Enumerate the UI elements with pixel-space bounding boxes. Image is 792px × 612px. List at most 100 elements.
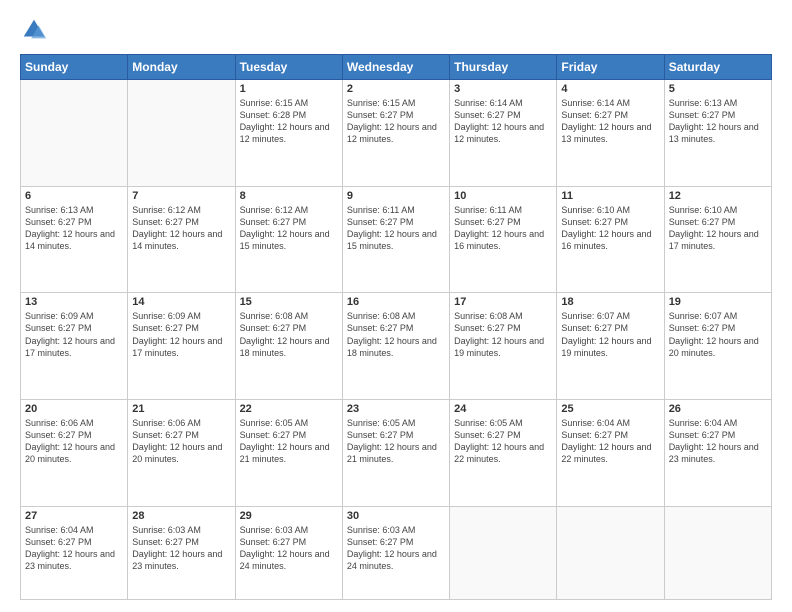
calendar-cell: 11 Sunrise: 6:10 AM Sunset: 6:27 PM Dayli…	[557, 186, 664, 293]
day-info: Sunrise: 6:12 AM Sunset: 6:27 PM Dayligh…	[240, 204, 338, 253]
day-info: Sunrise: 6:07 AM Sunset: 6:27 PM Dayligh…	[669, 310, 767, 359]
day-info: Sunrise: 6:15 AM Sunset: 6:27 PM Dayligh…	[347, 97, 445, 146]
day-number: 26	[669, 403, 767, 415]
weekday-header-thursday: Thursday	[450, 55, 557, 80]
calendar-cell: 27 Sunrise: 6:04 AM Sunset: 6:27 PM Dayli…	[21, 506, 128, 599]
day-info: Sunrise: 6:13 AM Sunset: 6:27 PM Dayligh…	[669, 97, 767, 146]
calendar-cell: 28 Sunrise: 6:03 AM Sunset: 6:27 PM Dayli…	[128, 506, 235, 599]
calendar-week-row: 27 Sunrise: 6:04 AM Sunset: 6:27 PM Dayli…	[21, 506, 772, 599]
day-info: Sunrise: 6:10 AM Sunset: 6:27 PM Dayligh…	[561, 204, 659, 253]
day-info: Sunrise: 6:04 AM Sunset: 6:27 PM Dayligh…	[561, 417, 659, 466]
day-number: 21	[132, 403, 230, 415]
day-info: Sunrise: 6:05 AM Sunset: 6:27 PM Dayligh…	[454, 417, 552, 466]
day-info: Sunrise: 6:14 AM Sunset: 6:27 PM Dayligh…	[561, 97, 659, 146]
day-info: Sunrise: 6:07 AM Sunset: 6:27 PM Dayligh…	[561, 310, 659, 359]
calendar-cell: 7Sunrise: 6:12 AM Sunset: 6:27 PM Daylig…	[128, 186, 235, 293]
day-info: Sunrise: 6:09 AM Sunset: 6:27 PM Dayligh…	[25, 310, 123, 359]
calendar-cell: 23 Sunrise: 6:05 AM Sunset: 6:27 PM Dayli…	[342, 399, 449, 506]
logo-icon	[20, 16, 48, 44]
calendar-cell: 21 Sunrise: 6:06 AM Sunset: 6:27 PM Dayli…	[128, 399, 235, 506]
day-number: 14	[132, 296, 230, 308]
weekday-header-wednesday: Wednesday	[342, 55, 449, 80]
day-number: 3	[454, 83, 552, 95]
calendar-cell: 2 Sunrise: 6:15 AM Sunset: 6:27 PM Daylig…	[342, 80, 449, 187]
day-info: Sunrise: 6:03 AM Sunset: 6:27 PM Dayligh…	[240, 524, 338, 573]
day-number: 19	[669, 296, 767, 308]
calendar-cell: 20Sunrise: 6:06 AM Sunset: 6:27 PM Dayli…	[21, 399, 128, 506]
day-number: 9	[347, 190, 445, 202]
calendar-week-row: 1Sunrise: 6:15 AM Sunset: 6:28 PM Daylig…	[21, 80, 772, 187]
day-info: Sunrise: 6:05 AM Sunset: 6:27 PM Dayligh…	[347, 417, 445, 466]
calendar-week-row: 13 Sunrise: 6:09 AM Sunset: 6:27 PM Dayli…	[21, 293, 772, 400]
day-info: Sunrise: 6:11 AM Sunset: 6:27 PM Dayligh…	[454, 204, 552, 253]
calendar-week-row: 20 Sunrise: 6:06 AM Sunset: 6:27 PM Dayli…	[21, 399, 772, 506]
weekday-header-monday: Monday	[128, 55, 235, 80]
calendar-cell: 1Sunrise: 6:15 AM Sunset: 6:28 PM Daylig…	[235, 80, 342, 187]
calendar-cell: 18 Sunrise: 6:07 AM Sunset: 6:27 PM Dayli…	[557, 293, 664, 400]
day-number: 22	[240, 403, 338, 415]
calendar-cell	[557, 506, 664, 599]
calendar-cell	[21, 80, 128, 187]
calendar-cell: 3Sunrise: 6:14 AM Sunset: 6:27 PM Daylig…	[450, 80, 557, 187]
weekday-header-friday: Friday	[557, 55, 664, 80]
day-number: 13	[25, 296, 123, 308]
day-info: Sunrise: 6:13 AM Sunset: 6:27 PM Dayligh…	[25, 204, 123, 253]
calendar-cell: 8 Sunrise: 6:12 AM Sunset: 6:27 PM Daylig…	[235, 186, 342, 293]
day-number: 16	[347, 296, 445, 308]
day-number: 30	[347, 510, 445, 522]
day-info: Sunrise: 6:04 AM Sunset: 6:27 PM Dayligh…	[25, 524, 123, 573]
logo	[20, 16, 52, 44]
weekday-header-row: SundayMondayTuesdayWednesdayThursdayFrid…	[21, 55, 772, 80]
weekday-header-saturday: Saturday	[664, 55, 771, 80]
day-info: Sunrise: 6:08 AM Sunset: 6:27 PM Dayligh…	[240, 310, 338, 359]
day-number: 18	[561, 296, 659, 308]
day-number: 12	[669, 190, 767, 202]
calendar-week-row: 6 Sunrise: 6:13 AM Sunset: 6:27 PM Daylig…	[21, 186, 772, 293]
calendar-table: SundayMondayTuesdayWednesdayThursdayFrid…	[20, 54, 772, 600]
day-number: 29	[240, 510, 338, 522]
calendar-cell: 13 Sunrise: 6:09 AM Sunset: 6:27 PM Dayli…	[21, 293, 128, 400]
day-info: Sunrise: 6:11 AM Sunset: 6:27 PM Dayligh…	[347, 204, 445, 253]
calendar-cell: 25 Sunrise: 6:04 AM Sunset: 6:27 PM Dayli…	[557, 399, 664, 506]
calendar-cell: 19 Sunrise: 6:07 AM Sunset: 6:27 PM Dayli…	[664, 293, 771, 400]
day-info: Sunrise: 6:04 AM Sunset: 6:27 PM Dayligh…	[669, 417, 767, 466]
day-info: Sunrise: 6:08 AM Sunset: 6:27 PM Dayligh…	[454, 310, 552, 359]
day-number: 17	[454, 296, 552, 308]
day-info: Sunrise: 6:15 AM Sunset: 6:28 PM Dayligh…	[240, 97, 338, 146]
calendar-cell: 4 Sunrise: 6:14 AM Sunset: 6:27 PM Daylig…	[557, 80, 664, 187]
day-info: Sunrise: 6:06 AM Sunset: 6:27 PM Dayligh…	[132, 417, 230, 466]
day-number: 11	[561, 190, 659, 202]
day-number: 10	[454, 190, 552, 202]
calendar-cell: 12Sunrise: 6:10 AM Sunset: 6:27 PM Dayli…	[664, 186, 771, 293]
weekday-header-tuesday: Tuesday	[235, 55, 342, 80]
calendar-cell: 5 Sunrise: 6:13 AM Sunset: 6:27 PM Daylig…	[664, 80, 771, 187]
day-number: 5	[669, 83, 767, 95]
day-info: Sunrise: 6:09 AM Sunset: 6:27 PM Dayligh…	[132, 310, 230, 359]
header	[20, 16, 772, 44]
day-info: Sunrise: 6:08 AM Sunset: 6:27 PM Dayligh…	[347, 310, 445, 359]
day-info: Sunrise: 6:03 AM Sunset: 6:27 PM Dayligh…	[347, 524, 445, 573]
calendar-cell: 15 Sunrise: 6:08 AM Sunset: 6:27 PM Dayli…	[235, 293, 342, 400]
calendar-cell: 30 Sunrise: 6:03 AM Sunset: 6:27 PM Dayli…	[342, 506, 449, 599]
day-number: 15	[240, 296, 338, 308]
calendar-cell: 9 Sunrise: 6:11 AM Sunset: 6:27 PM Daylig…	[342, 186, 449, 293]
day-number: 28	[132, 510, 230, 522]
day-number: 6	[25, 190, 123, 202]
day-info: Sunrise: 6:03 AM Sunset: 6:27 PM Dayligh…	[132, 524, 230, 573]
day-number: 27	[25, 510, 123, 522]
day-number: 7	[132, 190, 230, 202]
calendar-cell	[128, 80, 235, 187]
day-info: Sunrise: 6:05 AM Sunset: 6:27 PM Dayligh…	[240, 417, 338, 466]
calendar-cell: 6 Sunrise: 6:13 AM Sunset: 6:27 PM Daylig…	[21, 186, 128, 293]
day-number: 2	[347, 83, 445, 95]
day-number: 20	[25, 403, 123, 415]
page: SundayMondayTuesdayWednesdayThursdayFrid…	[0, 0, 792, 612]
day-number: 25	[561, 403, 659, 415]
calendar-cell: 14 Sunrise: 6:09 AM Sunset: 6:27 PM Dayli…	[128, 293, 235, 400]
calendar-cell: 10 Sunrise: 6:11 AM Sunset: 6:27 PM Dayli…	[450, 186, 557, 293]
day-number: 4	[561, 83, 659, 95]
day-number: 8	[240, 190, 338, 202]
day-number: 23	[347, 403, 445, 415]
calendar-cell: 16 Sunrise: 6:08 AM Sunset: 6:27 PM Dayli…	[342, 293, 449, 400]
day-number: 24	[454, 403, 552, 415]
